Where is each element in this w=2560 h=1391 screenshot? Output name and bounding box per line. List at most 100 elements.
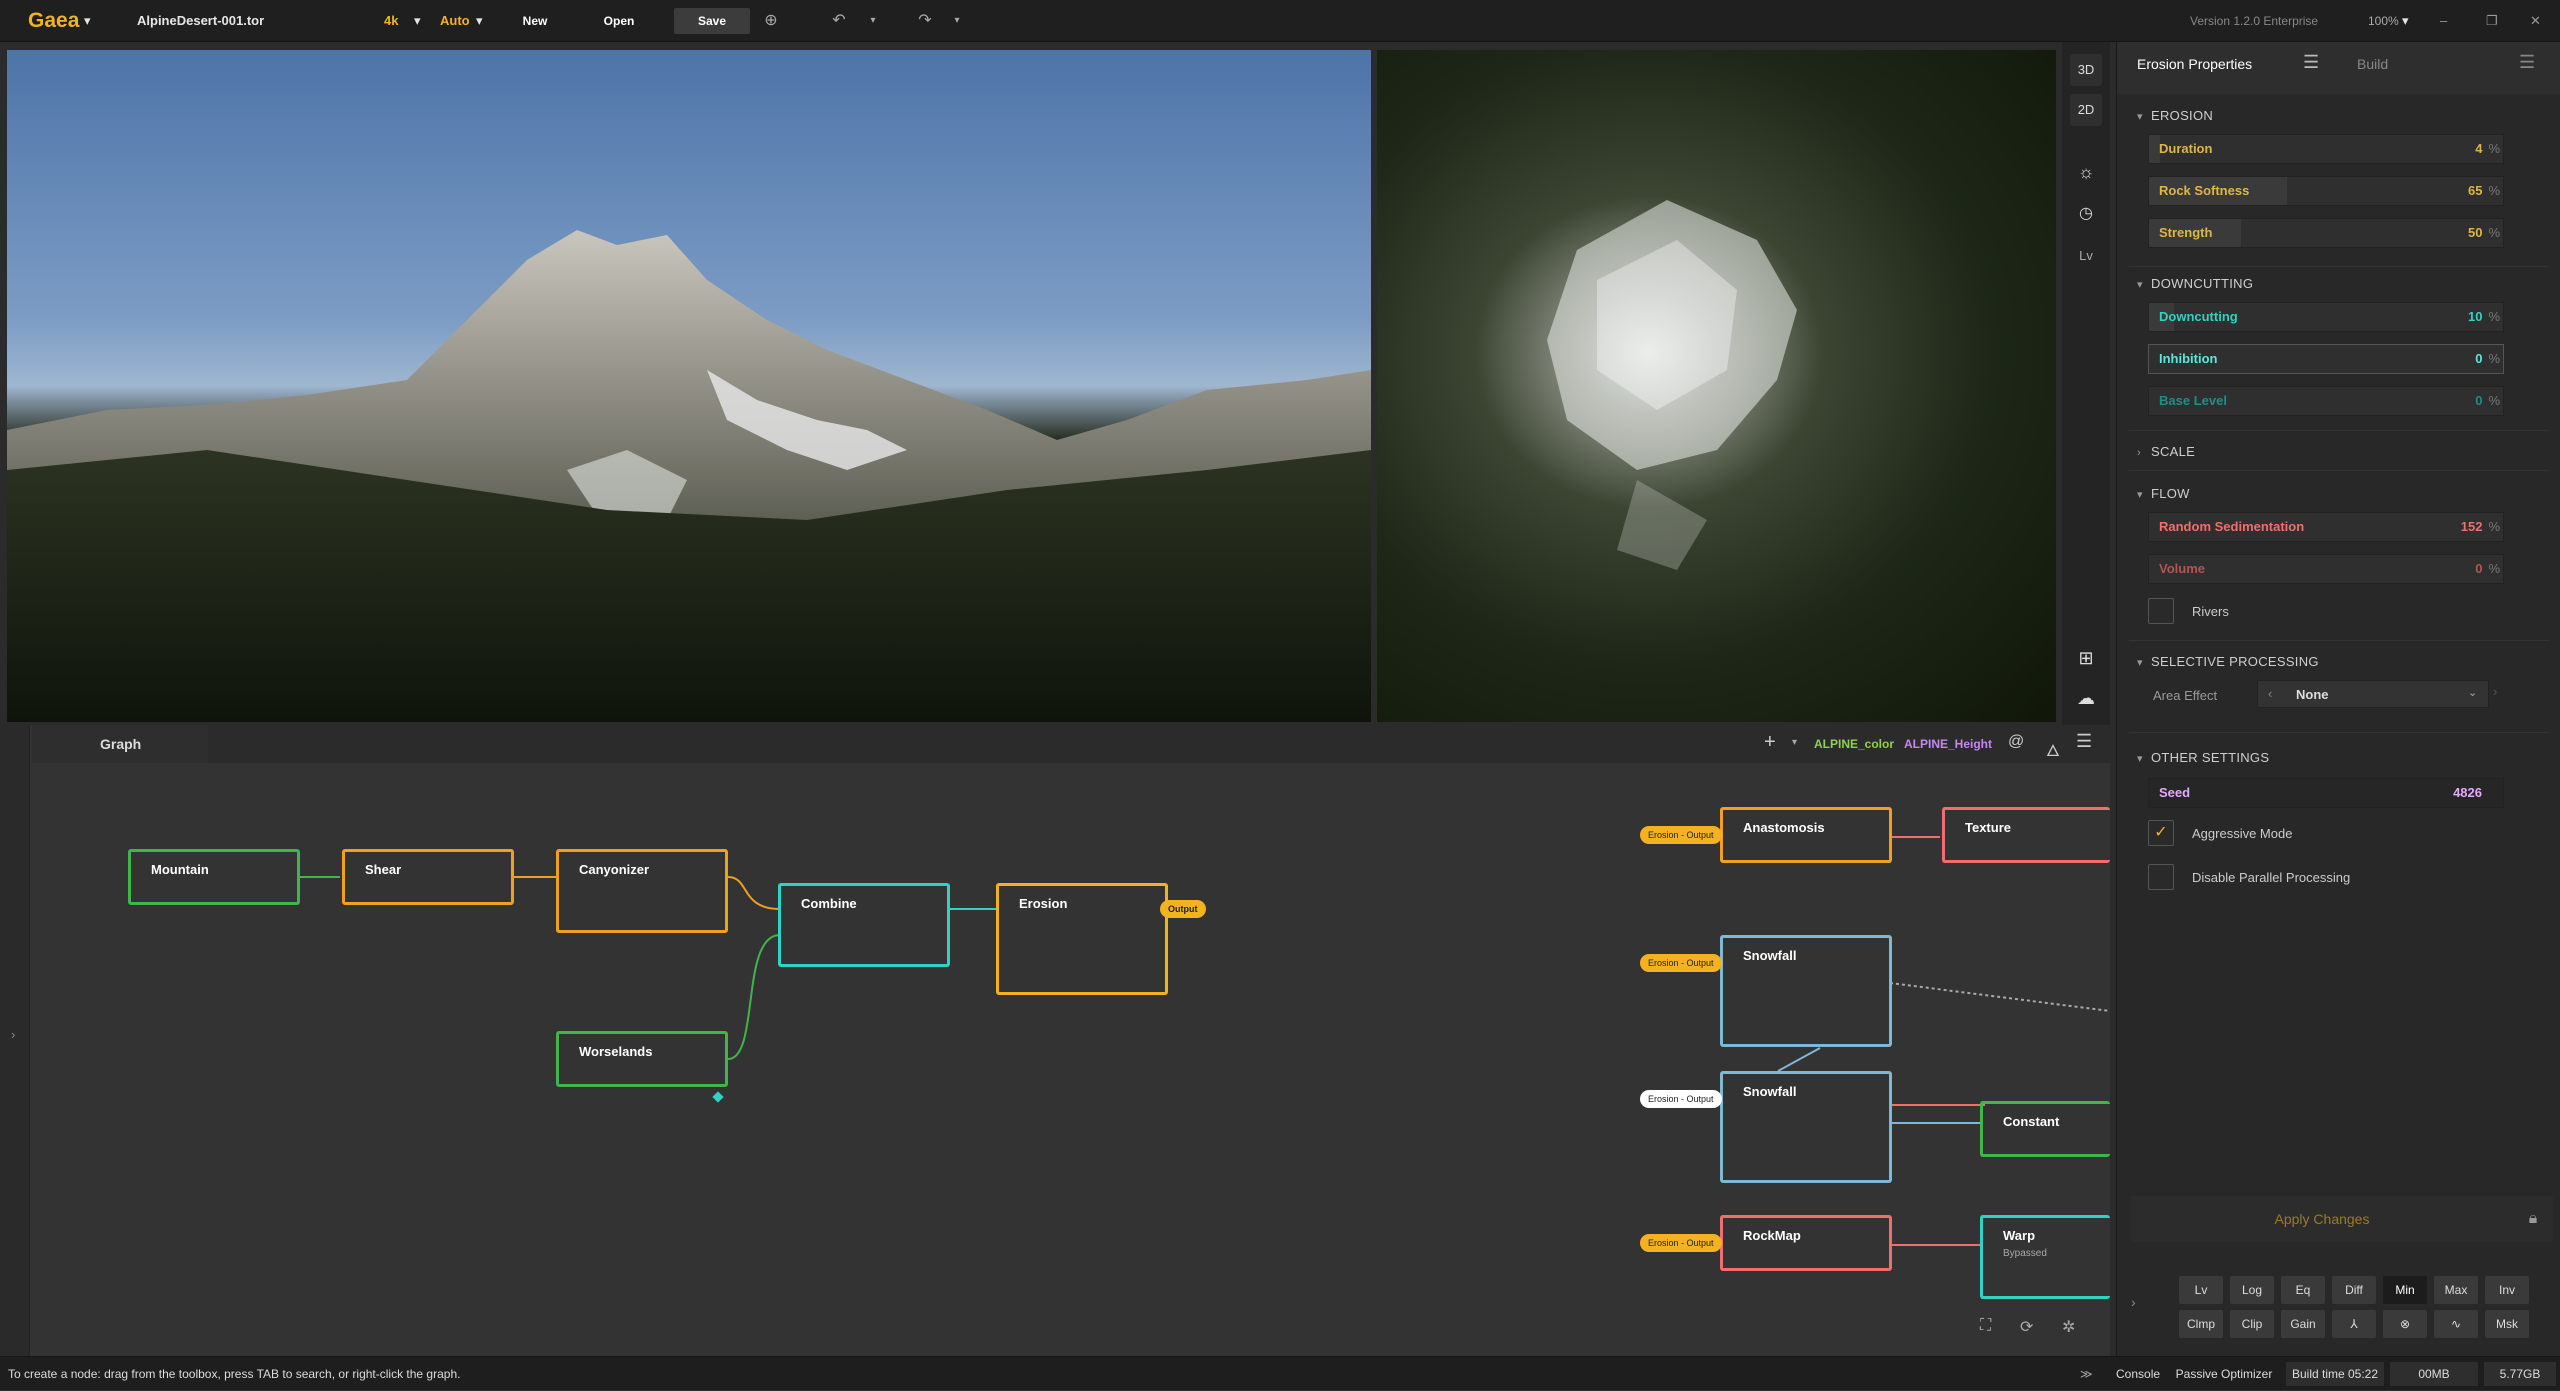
section-scale[interactable]: › SCALE bbox=[2137, 444, 2195, 459]
node-erosion[interactable]: Erosion bbox=[996, 883, 1168, 995]
fit-view-icon[interactable]: ⛶ bbox=[1980, 1317, 1991, 1335]
downcutting-value[interactable]: 10% bbox=[2380, 309, 2500, 324]
filter-row1-button-1[interactable]: Log bbox=[2230, 1276, 2274, 1304]
node-mountain[interactable]: Mountain bbox=[128, 849, 300, 905]
grid-icon[interactable]: ⊞ bbox=[2070, 642, 2102, 674]
tab-erosion-properties[interactable]: Erosion Properties bbox=[2137, 56, 2252, 72]
save-button[interactable]: Save bbox=[674, 8, 750, 34]
refresh-icon[interactable]: ⟳ bbox=[2020, 1317, 2033, 1337]
undo-chevron-icon[interactable]: ▾ bbox=[860, 8, 886, 34]
filter-row1-button-3[interactable]: Diff bbox=[2332, 1276, 2376, 1304]
erosion-output-port[interactable]: Erosion - Output bbox=[1640, 1090, 1722, 1108]
save-options-icon[interactable]: ⊕ bbox=[758, 8, 784, 34]
console-button[interactable]: Console bbox=[2116, 1357, 2160, 1391]
close-icon[interactable]: ✕ bbox=[2530, 0, 2541, 42]
viewport-2d[interactable] bbox=[1377, 50, 2056, 722]
view-2d-button[interactable]: 2D bbox=[2070, 94, 2102, 126]
filter-row2-button-3[interactable]: ⅄ bbox=[2332, 1310, 2376, 1338]
volume-value[interactable]: 0% bbox=[2380, 561, 2500, 576]
section-other-settings[interactable]: ▾ OTHER SETTINGS bbox=[2137, 750, 2269, 765]
clock-icon[interactable]: ◷ bbox=[2070, 198, 2102, 230]
mode-select[interactable]: Auto bbox=[440, 0, 470, 42]
divider bbox=[2129, 266, 2549, 267]
fast-forward-icon[interactable]: ≫ bbox=[2080, 1357, 2093, 1391]
undo-icon[interactable]: ↶ bbox=[826, 8, 852, 34]
resolution-chevron-icon[interactable]: ▾ bbox=[414, 0, 421, 42]
filter-row1-button-5[interactable]: Max bbox=[2434, 1276, 2478, 1304]
apply-changes-button[interactable]: Apply Changes bbox=[2131, 1196, 2513, 1242]
previous-icon[interactable]: ‹ bbox=[2268, 686, 2272, 701]
erosion-output-port[interactable]: Erosion - Output bbox=[1640, 826, 1722, 844]
erosion-output-port[interactable]: Erosion - Output bbox=[1640, 1234, 1722, 1252]
section-selective-processing[interactable]: ▾ SELECTIVE PROCESSING bbox=[2137, 654, 2319, 669]
section-erosion[interactable]: ▾ EROSION bbox=[2137, 108, 2213, 123]
filter-row2-button-4[interactable]: ⊗ bbox=[2383, 1310, 2427, 1338]
rivers-checkbox[interactable] bbox=[2148, 598, 2174, 624]
restore-icon[interactable]: ❐ bbox=[2486, 0, 2498, 42]
view-3d-button[interactable]: 3D bbox=[2070, 54, 2102, 86]
redo-chevron-icon[interactable]: ▾ bbox=[944, 8, 970, 34]
terrain-render-2d bbox=[1547, 200, 1797, 570]
node-combine[interactable]: Combine bbox=[778, 883, 950, 967]
redo-icon[interactable]: ↷ bbox=[912, 8, 938, 34]
filter-row2-button-5[interactable]: ∿ bbox=[2434, 1310, 2478, 1338]
level-button[interactable]: Lv bbox=[2070, 240, 2102, 272]
random-sedimentation-value[interactable]: 152% bbox=[2380, 519, 2500, 534]
filter-row1-button-0[interactable]: Lv bbox=[2179, 1276, 2223, 1304]
next-icon[interactable]: › bbox=[2493, 684, 2497, 699]
filter-row2-button-6[interactable]: Msk bbox=[2485, 1310, 2529, 1338]
tab-build[interactable]: Build bbox=[2357, 56, 2388, 72]
chevron-down-icon: ▾ bbox=[2137, 489, 2143, 501]
filter-row1-button-4[interactable]: Min bbox=[2383, 1276, 2427, 1304]
divider bbox=[2129, 470, 2549, 471]
filter-row2-button-2[interactable]: Gain bbox=[2281, 1310, 2325, 1338]
app-logo[interactable]: Gaea bbox=[28, 0, 79, 42]
disable-parallel-checkbox[interactable] bbox=[2148, 864, 2174, 890]
duration-value[interactable]: 4% bbox=[2380, 141, 2500, 156]
open-button[interactable]: Open bbox=[590, 8, 648, 34]
passive-optimizer-button[interactable]: Passive Optimizer bbox=[2168, 1362, 2280, 1386]
node-anastomosis[interactable]: Anastomosis bbox=[1720, 807, 1892, 863]
section-downcutting[interactable]: ▾ DOWNCUTTING bbox=[2137, 276, 2253, 291]
output-port[interactable]: Output bbox=[1160, 900, 1206, 918]
zoom-level[interactable]: 100% bbox=[2368, 0, 2399, 42]
minimize-icon[interactable]: – bbox=[2440, 0, 2447, 42]
mode-chevron-icon[interactable]: ▾ bbox=[476, 0, 483, 42]
area-effect-select[interactable]: ‹ None ⌄ bbox=[2257, 680, 2489, 708]
node-constant[interactable]: Constant bbox=[1980, 1101, 2110, 1157]
filter-row2-button-0[interactable]: Clmp bbox=[2179, 1310, 2223, 1338]
section-flow[interactable]: ▾ FLOW bbox=[2137, 486, 2190, 501]
node-worselands[interactable]: Worselands bbox=[556, 1031, 728, 1087]
filter-row2-button-1[interactable]: Clip bbox=[2230, 1310, 2274, 1338]
seed-value[interactable]: 4826 bbox=[2362, 785, 2482, 800]
cloud-icon[interactable]: ☁ bbox=[2070, 682, 2102, 714]
build-menu-icon[interactable]: ☰ bbox=[2519, 52, 2535, 73]
new-button[interactable]: New bbox=[508, 8, 562, 34]
aggressive-mode-checkbox[interactable]: ✓ bbox=[2148, 820, 2174, 846]
filter-row1-button-6[interactable]: Inv bbox=[2485, 1276, 2529, 1304]
base-level-value[interactable]: 0% bbox=[2380, 393, 2500, 408]
collapse-icon[interactable]: ✲ bbox=[2062, 1317, 2075, 1337]
erosion-output-port[interactable]: Erosion - Output bbox=[1640, 954, 1722, 972]
viewport-3d[interactable] bbox=[7, 50, 1371, 722]
expand-icon[interactable]: › bbox=[2131, 1294, 2136, 1310]
node-snowfall-2[interactable]: Snowfall bbox=[1720, 1071, 1892, 1183]
strength-value[interactable]: 50% bbox=[2380, 225, 2500, 240]
node-canyonizer[interactable]: Canyonizer bbox=[556, 849, 728, 933]
graph-panel[interactable]: › + ▾ ALPINE_color ALPINE_Height @ 🜂 ☰ G… bbox=[0, 725, 2110, 1356]
properties-menu-icon[interactable]: ☰ bbox=[2303, 52, 2319, 73]
resolution-select[interactable]: 4k bbox=[384, 0, 398, 42]
lighting-icon[interactable]: ☼ bbox=[2070, 156, 2102, 188]
zoom-chevron-icon[interactable]: ▾ bbox=[2402, 0, 2409, 42]
lock-icon[interactable]: 🔒︎ bbox=[2513, 1196, 2553, 1242]
rock-softness-value[interactable]: 65% bbox=[2380, 183, 2500, 198]
filter-row1-button-2[interactable]: Eq bbox=[2281, 1276, 2325, 1304]
node-warp[interactable]: Warp Bypassed bbox=[1980, 1215, 2110, 1299]
area-effect-value: None bbox=[2296, 687, 2329, 702]
logo-chevron-icon[interactable]: ▾ bbox=[84, 0, 91, 42]
node-snowfall-1[interactable]: Snowfall bbox=[1720, 935, 1892, 1047]
node-shear[interactable]: Shear bbox=[342, 849, 514, 905]
inhibition-value[interactable]: 0% bbox=[2380, 351, 2500, 366]
node-rockmap[interactable]: RockMap bbox=[1720, 1215, 1892, 1271]
node-texture[interactable]: Texture bbox=[1942, 807, 2110, 863]
